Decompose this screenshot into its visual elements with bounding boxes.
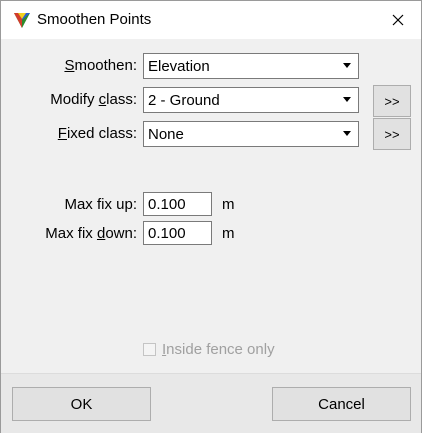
max-fix-up-input[interactable]: 0.100 [143, 192, 212, 216]
window-title: Smoothen Points [37, 11, 152, 28]
modify-class-dropdown[interactable]: 2 - Ground [143, 87, 359, 113]
modify-class-more-button[interactable]: >> [373, 85, 411, 117]
modify-class-value: 2 - Ground [148, 92, 220, 109]
fixed-class-value: None [148, 126, 184, 143]
smoothen-points-dialog: Smoothen Points Smoothen: Elevation Modi… [0, 0, 422, 433]
app-logo-icon [12, 10, 32, 30]
close-button[interactable] [375, 1, 421, 39]
max-fix-down-input[interactable]: 0.100 [143, 221, 212, 245]
chevron-down-icon [337, 89, 357, 111]
inside-fence-checkbox[interactable] [143, 343, 156, 356]
max-fix-down-unit: m [222, 225, 235, 242]
chevron-down-icon [337, 123, 357, 145]
cancel-button[interactable]: Cancel [272, 387, 411, 421]
smoothen-value: Elevation [148, 58, 210, 75]
chevron-down-icon [337, 55, 357, 77]
inside-fence-label: Inside fence only [162, 341, 275, 358]
dialog-footer: OK Cancel [1, 373, 421, 433]
inside-fence-option[interactable]: Inside fence only [143, 341, 275, 358]
max-fix-down-label: Max fix down: [45, 225, 137, 242]
smoothen-label: Smoothen: [64, 57, 137, 74]
modify-class-label: Modify class: [50, 91, 137, 108]
fixed-class-dropdown[interactable]: None [143, 121, 359, 147]
fixed-class-more-button[interactable]: >> [373, 118, 411, 150]
max-fix-up-label: Max fix up: [64, 196, 137, 213]
title-bar: Smoothen Points [1, 1, 421, 39]
smoothen-dropdown[interactable]: Elevation [143, 53, 359, 79]
ok-button[interactable]: OK [12, 387, 151, 421]
fixed-class-label: Fixed class: [57, 125, 137, 142]
max-fix-up-unit: m [222, 196, 235, 213]
close-icon [392, 14, 404, 26]
